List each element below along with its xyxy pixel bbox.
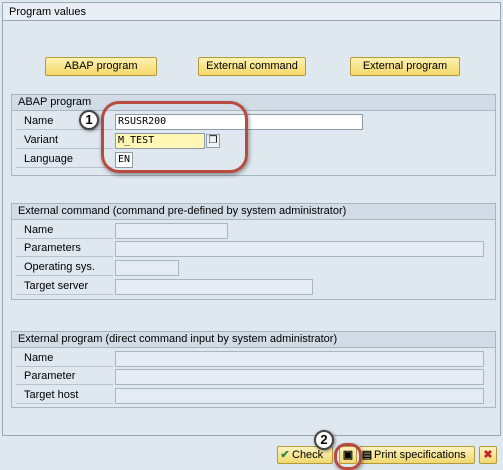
window-title: Program values <box>3 3 500 21</box>
ext-prog-parameter-row: Parameter <box>12 369 495 386</box>
callout-number-1: 1 <box>79 110 99 130</box>
cancel-icon: ✖ <box>483 449 493 461</box>
checkmark-icon: ✔ <box>280 449 290 461</box>
language-label: Language <box>16 152 113 168</box>
operating-sys-field <box>115 260 179 276</box>
ext-prog-parameter-field <box>115 369 484 385</box>
abap-program-button[interactable]: ABAP program <box>45 57 157 76</box>
ext-cmd-name-row: Name <box>12 223 495 240</box>
callout-oval-2 <box>334 443 362 470</box>
target-server-field <box>115 279 313 295</box>
abap-program-group: ABAP program Name RSUSR200 Variant M_TES… <box>11 94 496 176</box>
program-type-buttons: ABAP program External command External p… <box>3 57 500 77</box>
ext-cmd-name-label: Name <box>16 223 113 239</box>
abap-variant-row: Variant M_TEST ❐ <box>12 133 495 150</box>
external-command-group-title: External command (command pre-defined by… <box>12 204 495 220</box>
callout-oval-1 <box>101 101 248 173</box>
external-program-group-title: External program (direct command input b… <box>12 332 495 348</box>
callout-number-2: 2 <box>314 430 334 450</box>
ext-cmd-os-row: Operating sys. <box>12 260 495 277</box>
variant-label: Variant <box>16 133 113 149</box>
print-specifications-button[interactable]: ▤ Print specifications <box>359 446 475 464</box>
print-specifications-label: Print specifications <box>374 449 466 461</box>
target-server-label: Target server <box>16 279 113 295</box>
target-host-label: Target host <box>16 388 113 404</box>
check-label: Check <box>292 449 324 461</box>
ext-cmd-target-server-row: Target server <box>12 279 495 296</box>
program-values-window: Program values ABAP program External com… <box>2 2 501 436</box>
target-host-field <box>115 388 484 404</box>
cancel-button[interactable]: ✖ <box>479 446 497 464</box>
abap-program-group-title: ABAP program <box>12 95 495 111</box>
ext-cmd-parameters-row: Parameters <box>12 241 495 258</box>
ext-prog-target-host-row: Target host <box>12 388 495 405</box>
ext-cmd-parameters-field <box>115 241 484 257</box>
operating-sys-label: Operating sys. <box>16 260 113 276</box>
ext-cmd-parameters-label: Parameters <box>16 241 113 257</box>
ext-prog-parameter-label: Parameter <box>16 369 113 385</box>
external-program-group: External program (direct command input b… <box>11 331 496 408</box>
printer-icon: ▤ <box>361 449 373 461</box>
footer-toolbar: ✔ Check ▣ ▤ Print specifications ✖ 2 <box>0 430 503 470</box>
abap-language-row: Language EN <box>12 152 495 169</box>
ext-prog-name-field <box>115 351 484 367</box>
external-command-button[interactable]: External command <box>198 57 306 76</box>
ext-cmd-name-field <box>115 223 228 239</box>
ext-prog-name-label: Name <box>16 351 113 367</box>
external-command-group: External command (command pre-defined by… <box>11 203 496 300</box>
ext-prog-name-row: Name <box>12 351 495 368</box>
external-program-button[interactable]: External program <box>350 57 460 76</box>
